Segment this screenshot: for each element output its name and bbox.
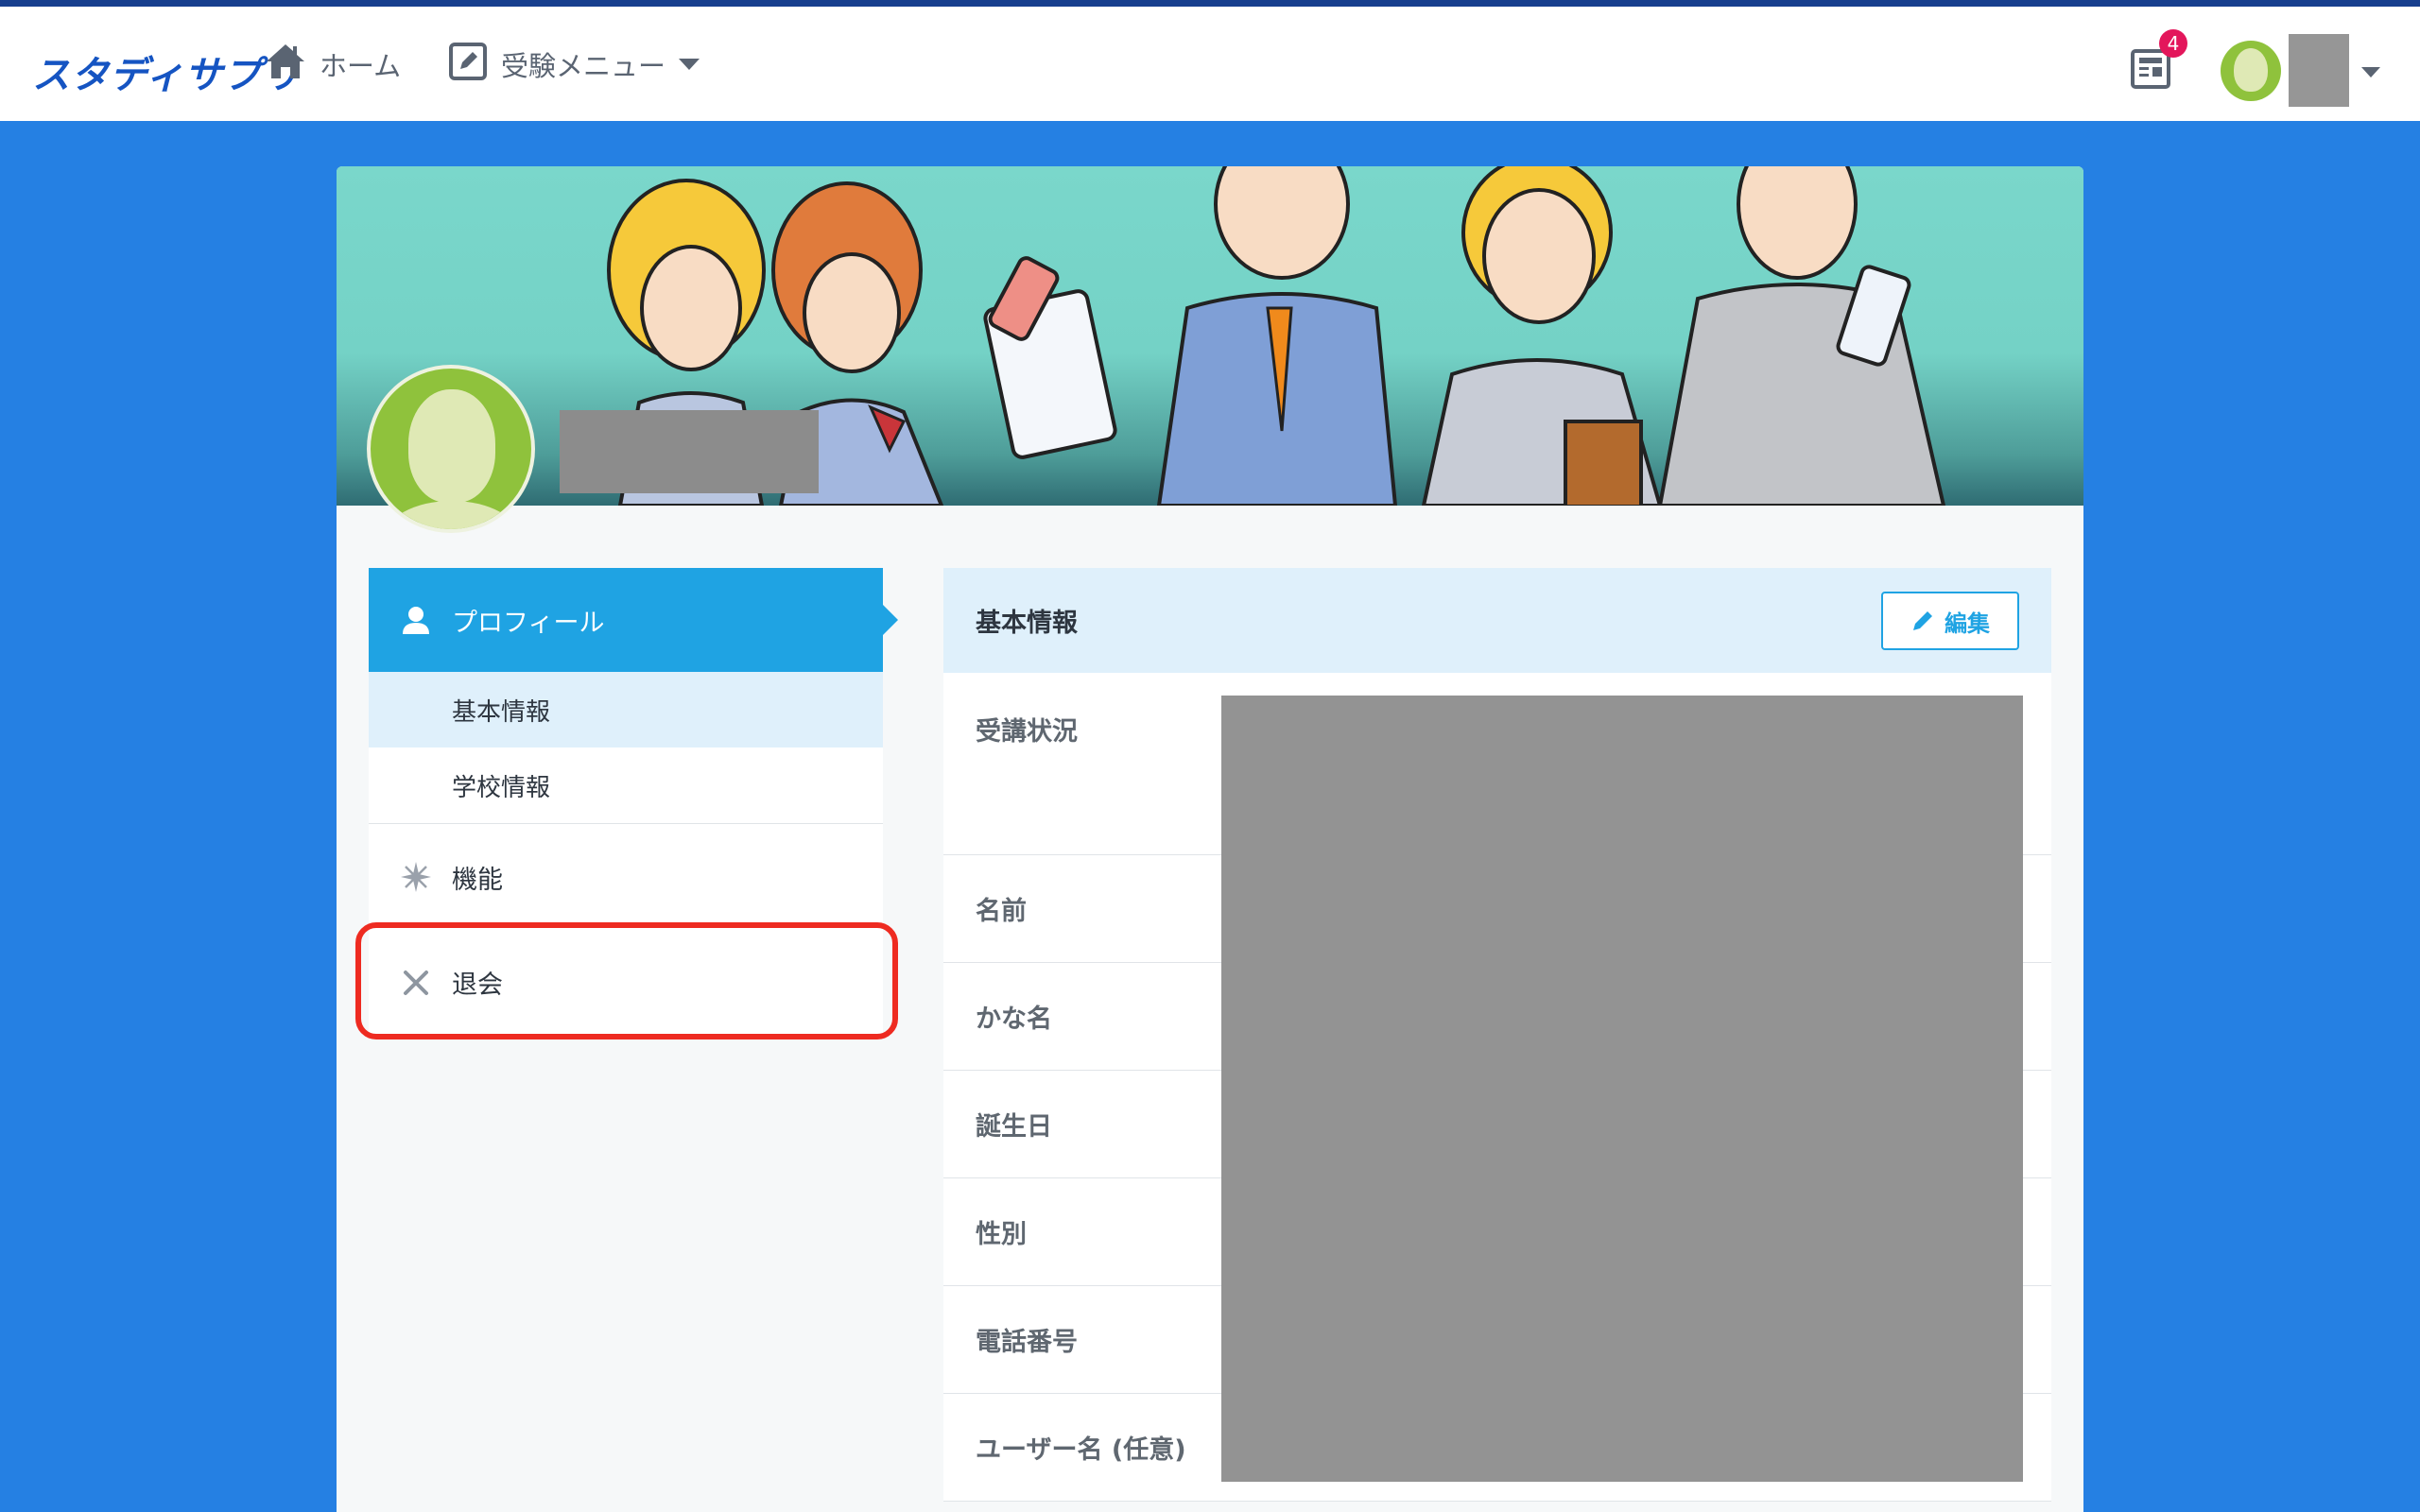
notification-badge: 4 <box>2159 29 2187 58</box>
user-menu-chevron-icon[interactable] <box>2361 67 2380 77</box>
logo[interactable]: スタディサプリ <box>32 44 301 99</box>
sidebar-subitem-school-info[interactable]: 学校情報 <box>369 747 883 823</box>
nav-home[interactable]: ホーム <box>265 41 401 88</box>
avatar[interactable] <box>2221 41 2281 101</box>
pencil-icon <box>1913 611 1932 630</box>
withdraw-highlight <box>355 922 898 1040</box>
edit-button-label: 編集 <box>1945 610 1990 637</box>
sidebar-item-features-label: 機能 <box>452 865 503 895</box>
nav-home-label: ホーム <box>320 50 402 82</box>
profile-name-redacted <box>560 410 819 493</box>
sidebar-item-profile-label: プロフィール <box>452 608 605 638</box>
user-icon <box>403 607 429 634</box>
nav-exam-menu[interactable]: 受験メニュー <box>448 41 700 88</box>
sidebar-item-features[interactable]: 機能 <box>369 824 883 930</box>
chevron-down-icon <box>679 59 700 70</box>
banner <box>337 166 2083 533</box>
redacted-values <box>1221 696 2023 1482</box>
sidebar-subitem-basic-info[interactable]: 基本情報 <box>369 672 883 747</box>
header: スタディサプリ ホーム 受験メニュー 4 <box>0 7 2420 121</box>
profile-avatar <box>367 365 535 533</box>
panel-title: 基本情報 <box>976 609 1078 638</box>
user-name-redacted <box>2289 34 2349 107</box>
edit-button[interactable]: 編集 <box>1881 592 2019 650</box>
sidebar-item-profile[interactable]: プロフィール <box>369 568 898 672</box>
home-icon <box>265 41 320 89</box>
top-stripe <box>0 0 2420 7</box>
nav-exam-menu-label: 受験メニュー <box>501 50 666 82</box>
sparkle-icon <box>401 862 431 892</box>
panel-header: 基本情報 編集 <box>943 568 2051 673</box>
exam-menu-icon <box>448 42 501 88</box>
